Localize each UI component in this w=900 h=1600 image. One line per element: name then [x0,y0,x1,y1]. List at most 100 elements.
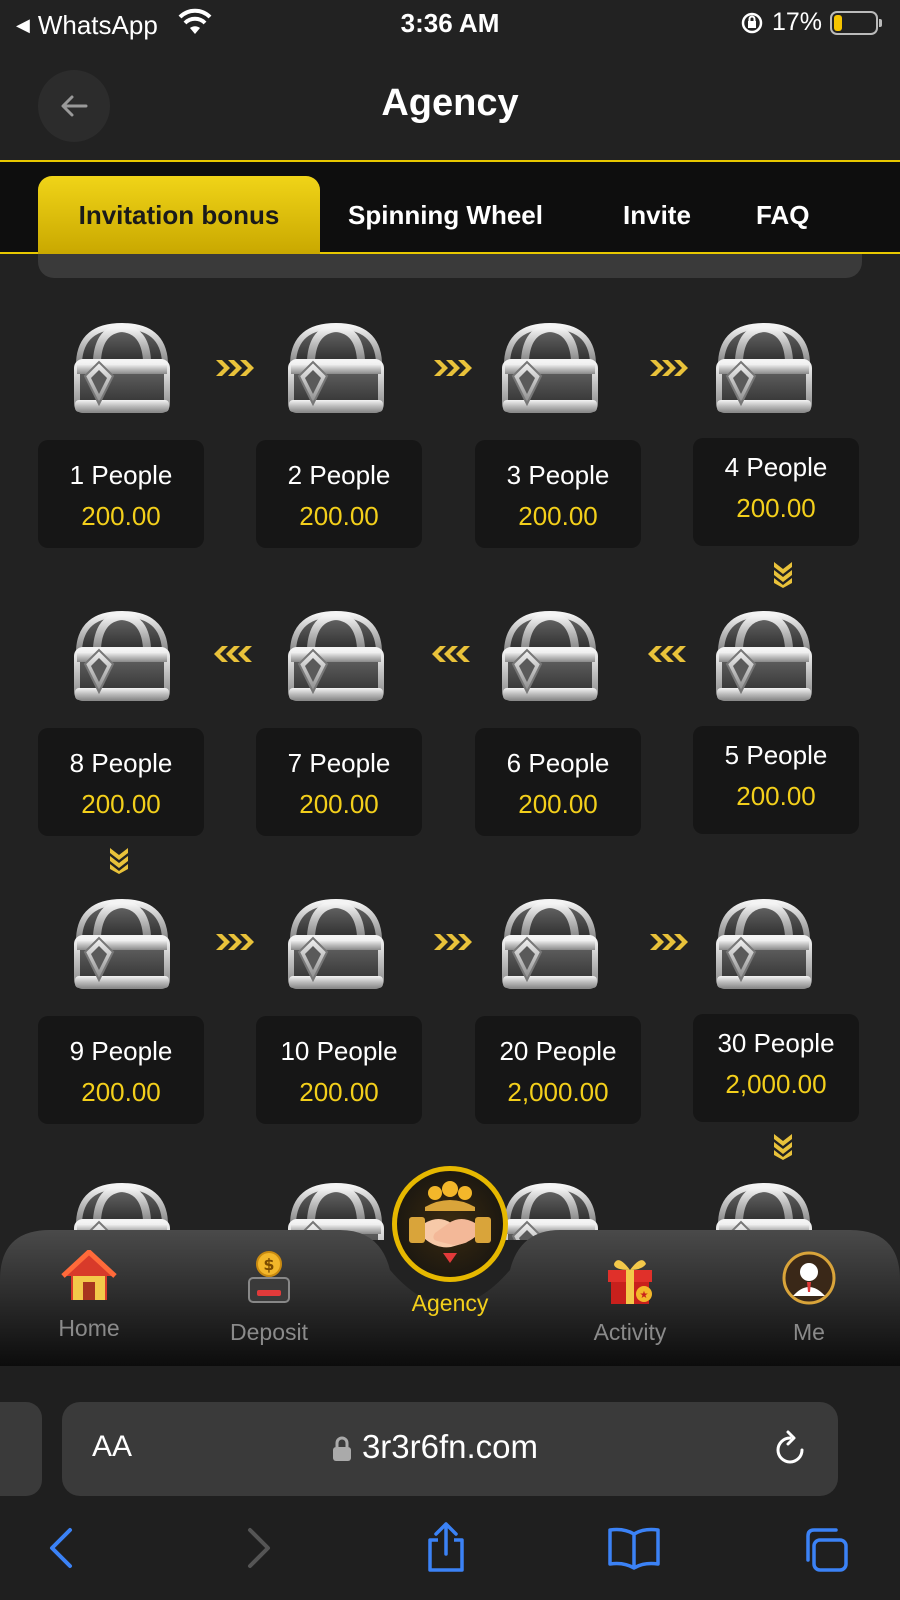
reward-amount: 200.00 [736,493,816,523]
home-icon [61,1249,117,1300]
reward-people: 4 People [724,452,828,482]
chevrons-right-icon [648,356,688,380]
reward-card: 9 People 200.00 [38,1016,204,1124]
chevrons-right-icon [214,930,254,954]
nav-activity-label: Activity [593,1319,667,1345]
share-icon[interactable] [422,1520,470,1574]
tab-content-top [38,254,862,278]
tab-bar: Invitation bonus Spinning Wheel Invite F… [0,160,900,254]
nav-deposit-label: Deposit [230,1319,308,1345]
reward-card: 5 People 200.00 [693,726,859,834]
browser-toolbar: AA 3r3r6fn.com [0,1366,900,1600]
nav-me-label: Me [793,1319,825,1345]
svg-text:$: $ [263,1255,274,1274]
address-bar[interactable]: AA 3r3r6fn.com [62,1402,838,1496]
reward-amount: 200.00 [81,501,161,531]
reward-amount: 200.00 [299,1077,379,1107]
reward-amount: 200.00 [299,789,379,819]
agency-handshake-icon [409,1181,491,1263]
battery-icon [830,10,882,35]
reward-amount: 200.00 [81,1077,161,1107]
reward-card: 20 People 2,000.00 [475,1016,641,1124]
treasure-chest-icon [67,896,177,996]
bookmarks-icon[interactable] [606,1526,662,1570]
reward-people: 30 People [717,1028,835,1058]
back-icon[interactable] [44,1526,80,1570]
reward-people: 1 People [69,460,173,490]
nav-home[interactable]: Home [14,1249,164,1342]
orientation-lock-icon [741,12,763,33]
url-text: 3r3r6fn.com [361,1428,539,1465]
reward-card: 8 People 200.00 [38,728,204,836]
reward-card: 2 People 200.00 [256,440,422,548]
reward-people: 5 People [724,740,828,770]
reward-amount: 200.00 [736,781,816,811]
reward-people: 6 People [506,748,610,778]
chevrons-right-icon [648,930,688,954]
reward-amount: 2,000.00 [507,1077,609,1107]
treasure-chest-icon [67,608,177,708]
tab-faq[interactable]: FAQ [756,176,809,254]
reward-people: 9 People [69,1036,173,1066]
nav-deposit[interactable]: $ Deposit [194,1250,344,1346]
deposit-icon: $ [248,1251,290,1303]
treasure-chest-icon [495,320,605,420]
reward-card: 30 People 2,000.00 [693,1014,859,1122]
reward-card: 1 People 200.00 [38,440,204,548]
chevrons-right-icon [432,930,472,954]
tab-spinning-wheel[interactable]: Spinning Wheel [348,176,543,254]
reward-card: 4 People 200.00 [693,438,859,546]
chevrons-right-icon [432,356,472,380]
user-avatar-icon [782,1251,836,1305]
reward-card: 10 People 200.00 [256,1016,422,1124]
chevrons-down-icon [772,1132,794,1160]
treasure-chest-icon [709,320,819,420]
reward-amount: 200.00 [299,501,379,531]
reward-amount: 200.00 [518,501,598,531]
reward-grid: 1 People 200.00 2 People 200.00 3 People… [0,290,900,1240]
reward-amount: 2,000.00 [725,1069,827,1099]
reward-amount: 200.00 [81,789,161,819]
reward-people: 3 People [506,460,610,490]
gift-icon: ★ [608,1260,652,1304]
treasure-chest-icon [495,896,605,996]
reward-card: 3 People 200.00 [475,440,641,548]
chevrons-left-icon [214,642,254,666]
chevrons-down-icon [772,560,794,588]
nav-home-label: Home [58,1315,120,1341]
reward-people: 2 People [287,460,391,490]
previous-tab-preview[interactable] [0,1402,42,1496]
forward-icon[interactable] [240,1526,276,1570]
status-bar: ◀ WhatsApp 3:36 AM 17% [0,0,900,48]
reward-people: 20 People [499,1036,617,1066]
tab-invite[interactable]: Invite [623,176,691,254]
nav-me[interactable]: Me [734,1250,884,1346]
chevrons-down-icon [108,846,130,874]
page-header: Agency [0,48,900,160]
chevrons-right-icon [214,356,254,380]
page-title: Agency [381,82,519,124]
treasure-chest-icon [709,608,819,708]
nav-agency-label: Agency [411,1290,489,1316]
battery-percent: 17% [771,8,822,36]
reward-people: 7 People [287,748,391,778]
chevrons-left-icon [648,642,688,666]
reward-amount: 200.00 [518,789,598,819]
chevrons-left-icon [432,642,472,666]
nav-agency[interactable]: Agency [375,1282,525,1317]
reward-card: 7 People 200.00 [256,728,422,836]
reward-people: 8 People [69,748,173,778]
treasure-chest-icon [709,896,819,996]
treasure-chest-icon [495,608,605,708]
reward-people: 10 People [280,1036,398,1066]
tabs-icon[interactable] [800,1526,850,1574]
nav-activity[interactable]: ★ Activity [555,1250,705,1346]
treasure-chest-icon [281,320,391,420]
reward-card: 6 People 200.00 [475,728,641,836]
treasure-chest-icon [67,320,177,420]
reload-icon[interactable] [772,1428,808,1468]
treasure-chest-icon [281,608,391,708]
agency-center-button[interactable] [392,1166,508,1282]
svg-text:★: ★ [640,1290,649,1301]
tab-invitation-bonus[interactable]: Invitation bonus [38,176,320,254]
